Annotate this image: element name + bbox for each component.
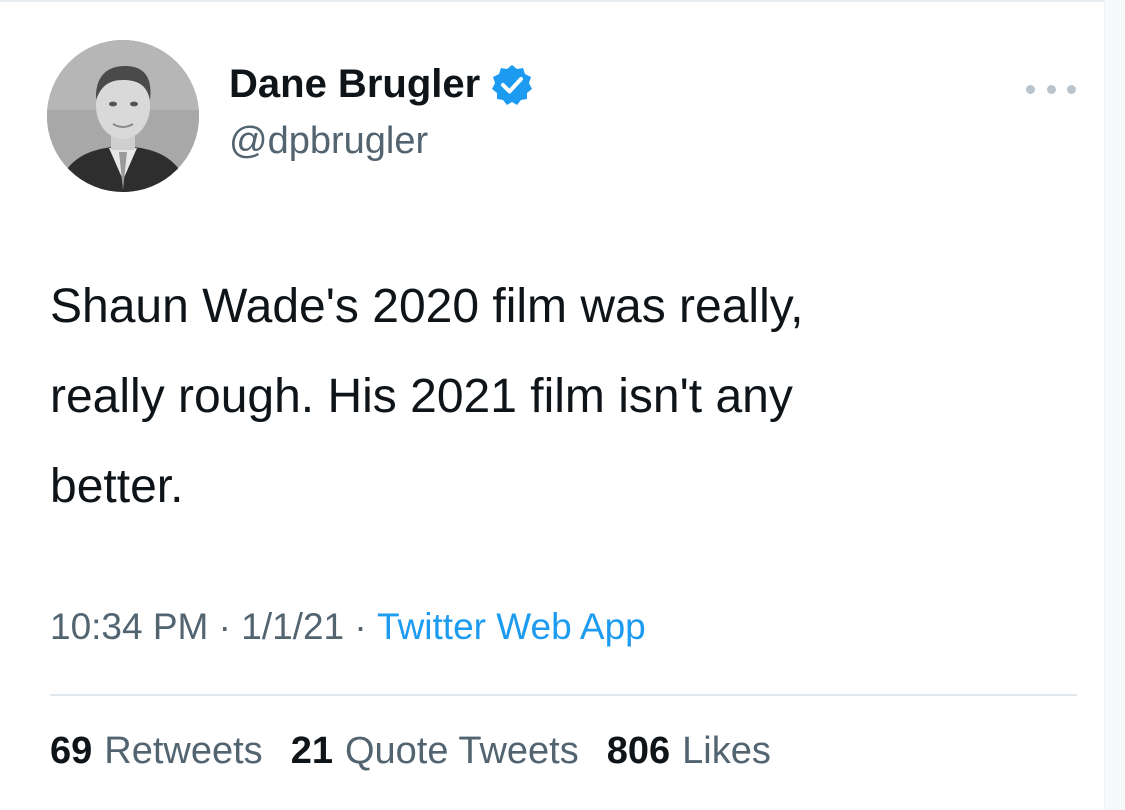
stats-divider (50, 694, 1077, 696)
engagement-stats: 69 Retweets 21 Quote Tweets 806 Likes (50, 730, 799, 773)
avatar[interactable] (47, 40, 199, 192)
author-name-row[interactable]: Dane Brugler (229, 62, 534, 107)
likes-stat[interactable]: 806 Likes (607, 730, 771, 773)
tweet-date[interactable]: 1/1/21 (241, 606, 344, 648)
dot (1067, 84, 1076, 94)
meta-separator: · (354, 606, 367, 647)
retweets-count: 69 (50, 730, 93, 772)
dot (1046, 84, 1056, 94)
tweet-time[interactable]: 10:34 PM (50, 606, 208, 648)
top-divider (0, 0, 1125, 2)
quote-tweets-count: 21 (290, 730, 333, 772)
profile-photo (47, 40, 199, 192)
likes-label: Likes (682, 730, 771, 772)
scrollbar-track[interactable] (1104, 0, 1125, 810)
verified-badge-icon (490, 63, 534, 107)
quote-tweets-label: Quote Tweets (344, 730, 579, 772)
user-handle[interactable]: @dpbrugler (229, 120, 428, 163)
display-name[interactable]: Dane Brugler (229, 62, 480, 107)
tweet-meta: 10:34 PM · 1/1/21 · Twitter Web App (50, 606, 646, 648)
quote-tweets-stat[interactable]: 21 Quote Tweets (291, 730, 579, 773)
retweets-stat[interactable]: 69 Retweets (50, 730, 263, 773)
meta-separator: · (218, 606, 231, 647)
more-options-icon[interactable] (1026, 77, 1076, 101)
tweet-text: Shaun Wade's 2020 film was really, reall… (50, 280, 804, 513)
retweets-label: Retweets (104, 730, 263, 772)
dot (1026, 84, 1035, 94)
tweet-source-link[interactable]: Twitter Web App (377, 606, 646, 648)
likes-count: 806 (606, 730, 671, 772)
